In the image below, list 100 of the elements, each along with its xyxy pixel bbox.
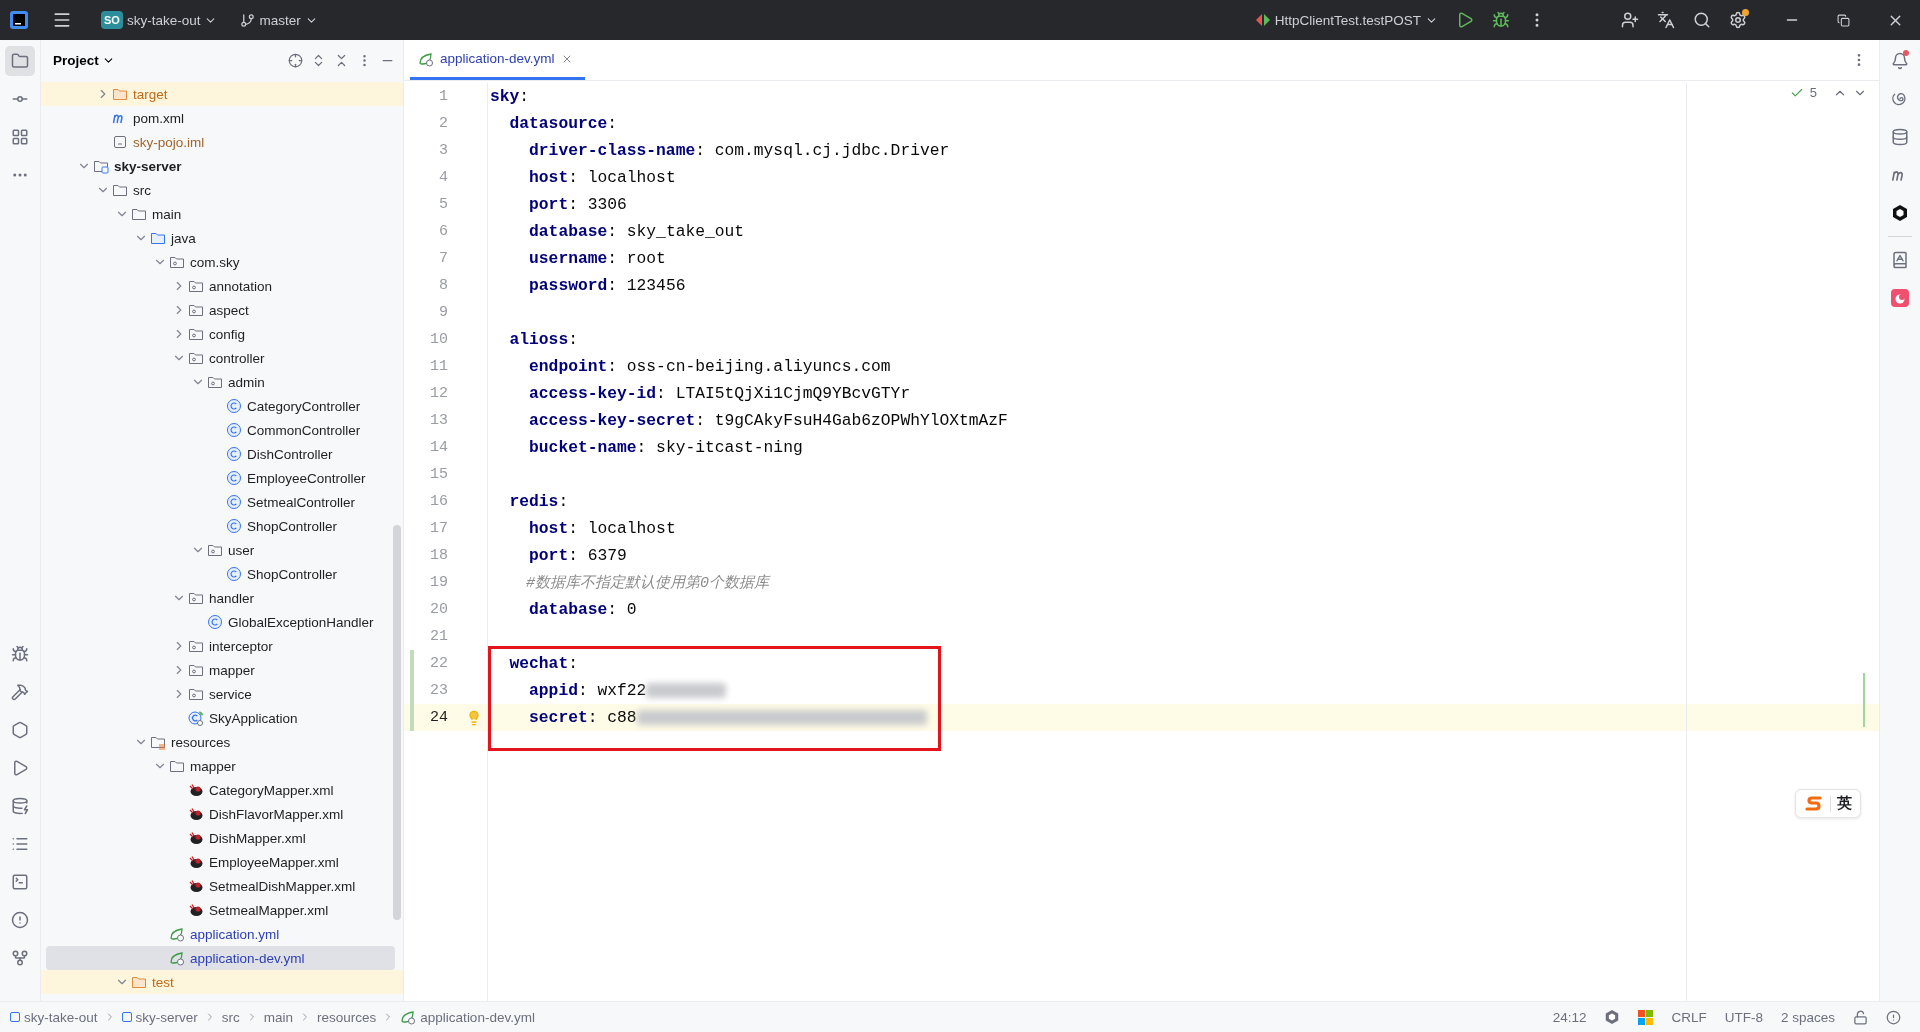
search-icon[interactable] [1693,11,1711,29]
run-config-button[interactable]: HttpClientTest.testPOST [1248,8,1444,32]
line-number: 14 [429,439,448,456]
tree-item[interactable]: application-dev.yml [46,946,395,970]
tree-item[interactable]: interceptor [41,634,403,658]
tree-item[interactable]: ShopController [41,562,403,586]
tree-item[interactable]: SetmealController [41,490,403,514]
structure-icon[interactable] [11,128,29,146]
tree-item[interactable]: DishController [41,442,403,466]
inspection-widget[interactable]: 5 [1789,85,1867,100]
breadcrumb[interactable]: main [263,1009,294,1025]
tree-item[interactable]: GlobalExceptionHandler [41,610,403,634]
tree-item[interactable]: main [41,202,403,226]
hammer-icon[interactable] [11,683,29,701]
tree-item[interactable]: sky-server [41,154,403,178]
yaml-key: password [490,276,608,295]
branch-button[interactable]: master [234,8,324,32]
translate-icon[interactable] [1657,11,1675,29]
breadcrumb[interactable]: sky-take-out [10,1009,98,1025]
settings-icon[interactable] [1729,11,1747,29]
line-number: 6 [438,223,448,240]
line-number: 20 [429,601,448,618]
locate-icon[interactable] [288,52,303,68]
tree-item[interactable]: mapper [41,754,403,778]
editor-tab[interactable]: application-dev.yml [410,40,585,80]
unlock-icon[interactable] [1853,1009,1868,1025]
indent-setting[interactable]: 2 spaces [1780,1009,1835,1025]
tree-item[interactable]: java [41,226,403,250]
tree-item[interactable]: target [41,82,403,106]
database-icon[interactable] [11,797,29,815]
package-icon [207,542,223,558]
list-icon[interactable] [11,835,29,853]
tree-item[interactable]: aspect [41,298,403,322]
tree-item[interactable]: admin [41,370,403,394]
spiral-icon[interactable] [1891,90,1909,108]
services-icon[interactable] [11,721,29,739]
tree-item[interactable]: src [41,178,403,202]
tree-item[interactable]: user [41,538,403,562]
yaml-key: port [490,546,569,565]
tree-item[interactable]: controller [41,346,403,370]
tree-item[interactable]: CategoryMapper.xml [41,778,403,802]
tree-item[interactable]: service [41,682,403,706]
tree-item[interactable]: application.yml [41,922,403,946]
tree-item[interactable]: SetmealDishMapper.xml [41,874,403,898]
dictionary-icon[interactable] [1891,251,1909,269]
tree-item[interactable]: DishFlavorMapper.xml [41,802,403,826]
yaml-colon: : [607,357,618,376]
tree-item[interactable]: DishMapper.xml [41,826,403,850]
app-icon[interactable] [1891,289,1909,307]
add-user-icon[interactable] [1621,11,1639,29]
file-encoding[interactable]: UTF-8 [1724,1009,1763,1025]
folder-icon [169,758,185,774]
tree-item[interactable]: sky-pojo.iml [41,130,403,154]
yaml-value: t9gCAkyFsuH4Gab6zOPWhYlOXtmAzF [713,411,1008,430]
run-icon[interactable] [11,759,29,777]
project-tool-button[interactable] [5,46,35,76]
input-method-widget[interactable]: 英 [1795,789,1861,818]
tree-item[interactable]: SetmealMapper.xml [41,898,403,922]
class-icon [226,398,242,414]
ime-logo-icon [1804,794,1824,813]
project-view-dropdown[interactable]: Project [53,52,115,68]
plugin-icon[interactable] [1891,204,1909,222]
tree-item[interactable]: CategoryController [41,394,403,418]
run-icon[interactable] [1456,11,1474,29]
breadcrumb[interactable]: application-dev.yml [400,1009,535,1025]
project-button[interactable]: SO sky-take-out [95,7,224,33]
git-icon[interactable] [11,949,29,967]
menu-icon[interactable] [52,10,72,30]
tree-item[interactable]: EmployeeController [41,466,403,490]
tree-item[interactable]: resources [41,730,403,754]
yaml-value: 3306 [586,195,627,214]
package-icon [188,278,204,294]
tree-item[interactable]: SkyApplication [41,706,403,730]
database-icon[interactable] [1891,128,1909,146]
tree-item[interactable]: handler [41,586,403,610]
class-icon [226,470,242,486]
terminal-icon[interactable] [11,873,29,891]
tree-item[interactable]: pom.xml [41,106,403,130]
yaml-value: 6379 [586,546,627,565]
tree-item[interactable]: config [41,322,403,346]
tree-item[interactable]: com.sky [41,250,403,274]
tree-item[interactable]: CommonController [41,418,403,442]
line-ending[interactable]: CRLF [1671,1009,1707,1025]
tree-item[interactable]: annotation [41,274,403,298]
line-number: 13 [429,412,448,429]
tree-item[interactable]: test [41,970,403,994]
tree-item[interactable]: EmployeeMapper.xml [41,850,403,874]
problems-icon[interactable] [1886,1009,1901,1025]
bell-icon[interactable] [1891,52,1909,70]
breadcrumb[interactable]: src [221,1009,240,1025]
tree-item[interactable]: mapper [41,658,403,682]
restore-icon[interactable] [1837,13,1850,27]
debug-icon[interactable] [11,645,29,663]
yaml-value: c88 [606,708,637,727]
caret-position[interactable]: 24:12 [1552,1009,1587,1025]
breadcrumb[interactable]: sky-server [121,1009,198,1025]
breadcrumb[interactable]: resources [317,1009,377,1025]
debug-icon[interactable] [1492,11,1510,29]
tree-item[interactable]: ShopController [41,514,403,538]
problems-icon[interactable] [11,911,29,929]
